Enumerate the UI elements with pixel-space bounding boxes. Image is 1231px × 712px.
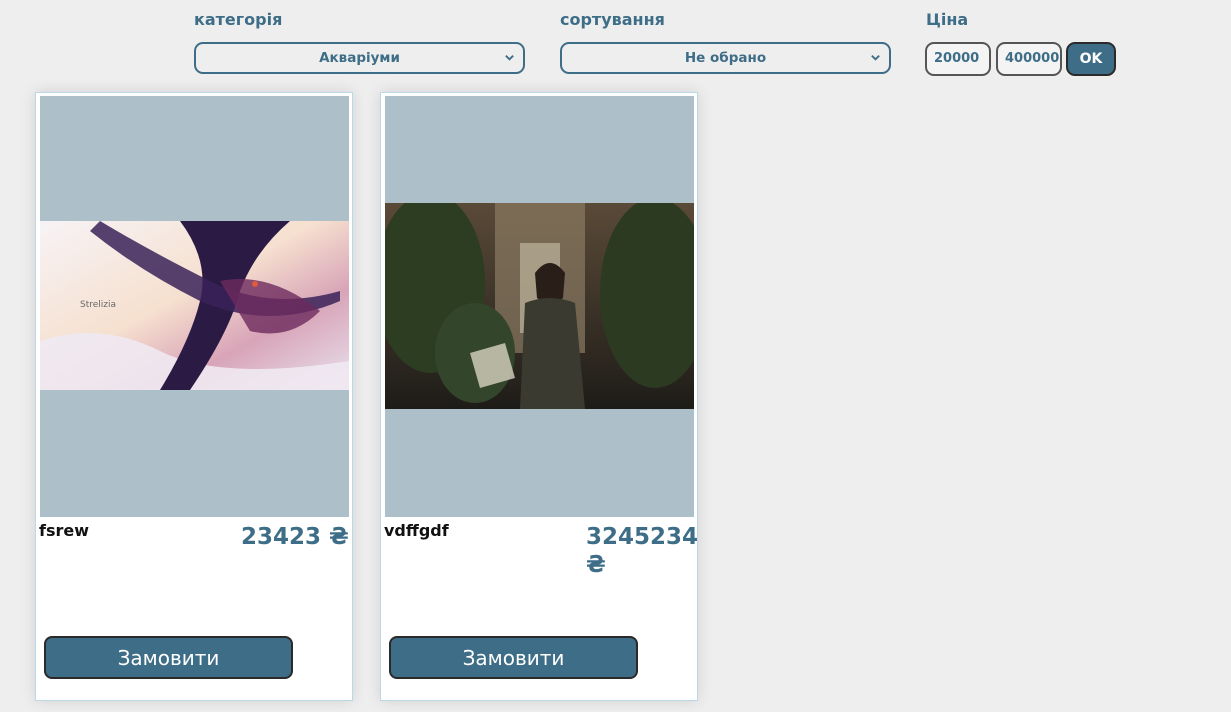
category-label: категорія bbox=[194, 10, 283, 29]
product-name: vdffgdf bbox=[384, 521, 449, 540]
product-price: 23423 ₴ bbox=[241, 524, 349, 550]
price-min-input[interactable]: 20000 bbox=[925, 42, 991, 76]
product-image[interactable] bbox=[385, 203, 694, 409]
product-price-currency: ₴ bbox=[586, 552, 606, 578]
price-ok-button[interactable]: OK bbox=[1066, 42, 1116, 76]
sort-select[interactable]: Не обрано bbox=[560, 42, 891, 74]
product-card: vdffgdf 3245234 ₴ Замовити bbox=[380, 92, 698, 701]
product-name: fsrew bbox=[39, 521, 90, 540]
price-label: Ціна bbox=[926, 10, 969, 29]
order-button[interactable]: Замовити bbox=[44, 636, 293, 679]
category-select-value: Акваріуми bbox=[319, 50, 400, 66]
product-price-amount: 3245234 bbox=[586, 524, 699, 550]
sort-select-value: Не обрано bbox=[684, 50, 767, 66]
sort-label: сортування bbox=[560, 10, 665, 29]
order-button[interactable]: Замовити bbox=[389, 636, 638, 679]
svg-text:Strelizia: Strelizia bbox=[80, 300, 116, 310]
category-select[interactable]: Акваріуми bbox=[194, 42, 525, 74]
chevron-down-icon bbox=[871, 55, 880, 61]
price-max-input[interactable]: 400000 bbox=[996, 42, 1062, 76]
product-price: 3245234 ₴ bbox=[586, 523, 698, 579]
product-image-frame bbox=[385, 96, 694, 517]
product-image[interactable]: Strelizia bbox=[40, 221, 349, 390]
product-card: Strelizia fsrew 23423 ₴ Замовити bbox=[35, 92, 353, 701]
chevron-down-icon bbox=[505, 55, 514, 61]
product-image-frame: Strelizia bbox=[40, 96, 349, 517]
